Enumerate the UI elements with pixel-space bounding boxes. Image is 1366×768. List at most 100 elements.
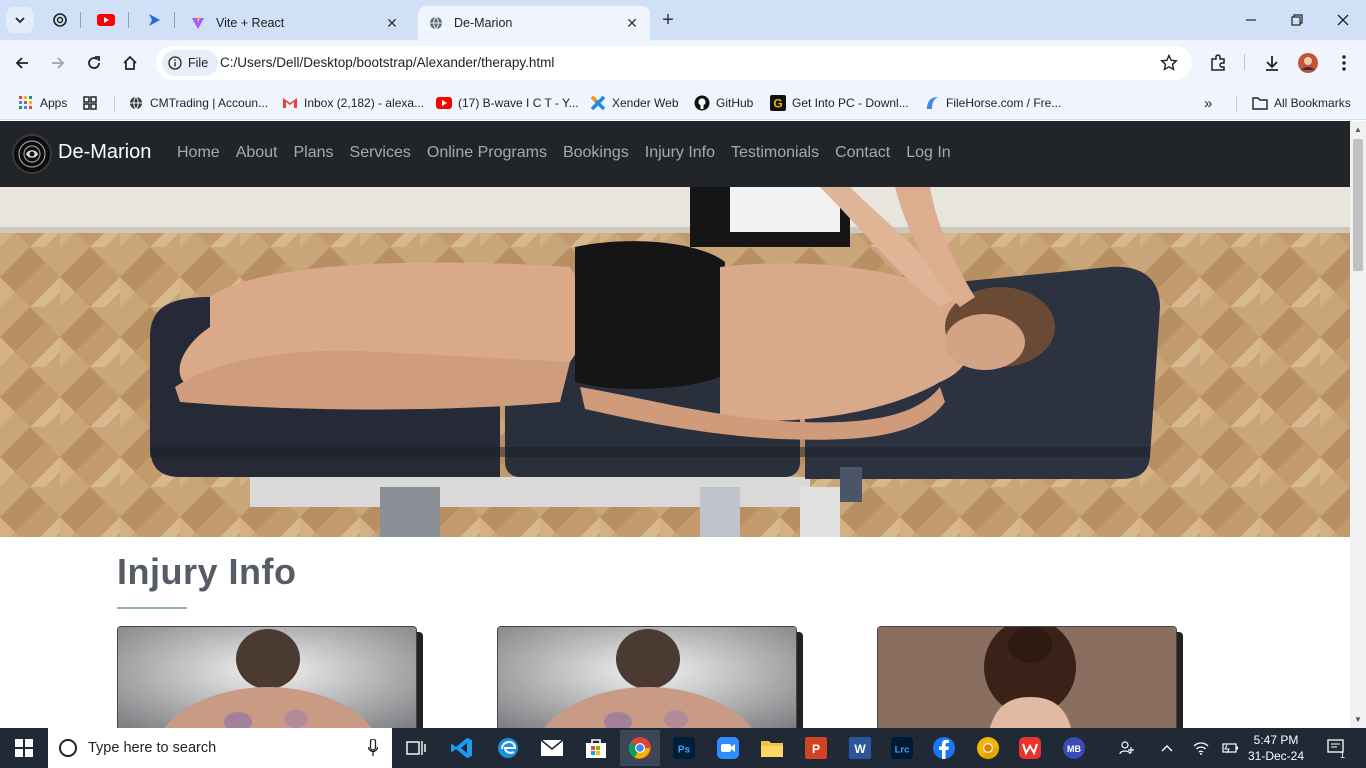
forward-button[interactable] — [44, 49, 72, 77]
search-placeholder: Type here to search — [88, 740, 217, 756]
taskbar-powerpoint[interactable]: P — [796, 730, 836, 766]
taskbar-edge[interactable] — [488, 730, 528, 766]
taskbar-store[interactable] — [576, 730, 616, 766]
taskbar-chrome-alt[interactable] — [968, 730, 1008, 766]
powerpoint-icon: P — [805, 737, 827, 759]
chrome-canary-icon — [977, 737, 999, 759]
taskbar-malwarebytes[interactable]: MB — [1054, 730, 1094, 766]
github-icon — [694, 95, 710, 111]
start-button[interactable] — [0, 728, 48, 768]
bookmark-grid[interactable] — [82, 93, 104, 113]
nav-link-injury-info[interactable]: Injury Info — [645, 144, 715, 162]
bookmark-xender[interactable]: Xender Web — [590, 93, 679, 113]
bookmark-apps[interactable]: Apps — [18, 93, 67, 113]
close-window-button[interactable] — [1320, 0, 1366, 40]
bookmark-github[interactable]: GitHub — [694, 93, 753, 113]
taskbar-wps[interactable] — [1010, 730, 1050, 766]
wifi-icon — [1193, 742, 1209, 755]
tab-search-button[interactable] — [6, 7, 34, 33]
download-icon — [1266, 56, 1278, 71]
toolbar-divider — [1244, 54, 1245, 70]
nav-link-testimonials[interactable]: Testimonials — [731, 144, 819, 162]
profile-button[interactable] — [1294, 49, 1322, 77]
close-icon[interactable]: ✕ — [624, 15, 640, 32]
tab-title: Vite + React — [216, 16, 285, 30]
bookmark-divider — [114, 96, 115, 112]
people-button[interactable] — [1114, 728, 1140, 768]
nav-link-plans[interactable]: Plans — [294, 144, 334, 162]
nav-link-bookings[interactable]: Bookings — [563, 144, 629, 162]
taskbar-photoshop[interactable]: Ps — [664, 730, 704, 766]
battery-button[interactable] — [1220, 728, 1242, 768]
address-bar[interactable]: File C:/Users/Dell/Desktop/bootstrap/Ale… — [156, 46, 1192, 80]
bookmark-filehorse[interactable]: FileHorse.com / Fre... — [924, 93, 1061, 113]
back-button[interactable] — [8, 49, 36, 77]
microphone-icon[interactable] — [368, 739, 378, 757]
youtube-icon — [436, 95, 452, 111]
injury-card-3[interactable] — [877, 626, 1177, 728]
pinned-tab-app[interactable] — [144, 10, 164, 30]
bookmark-label: Xender Web — [612, 96, 679, 110]
scrollbar-thumb[interactable] — [1353, 139, 1363, 271]
taskbar-chrome[interactable] — [620, 730, 660, 766]
tab-title: De-Marion — [454, 16, 513, 30]
windows-logo-icon — [15, 739, 33, 757]
nav-link-about[interactable]: About — [236, 144, 278, 162]
bookmark-star-icon[interactable] — [1160, 54, 1178, 72]
bookmark-gmail[interactable]: Inbox (2,182) - alexa... — [282, 93, 424, 113]
taskbar-mail[interactable] — [532, 730, 572, 766]
close-icon[interactable]: ✕ — [384, 15, 400, 32]
bookmark-getintopc[interactable]: G Get Into PC - Downl... — [770, 93, 909, 113]
kebab-menu-icon — [1342, 55, 1346, 71]
taskbar-lightroom[interactable]: Lrc — [882, 730, 922, 766]
brand-logo[interactable] — [12, 134, 52, 174]
more-bookmarks-button[interactable]: » — [1204, 93, 1212, 113]
system-clock[interactable]: 5:47 PM 31-Dec-24 — [1244, 732, 1308, 764]
home-button[interactable] — [116, 49, 144, 77]
page-scrollbar[interactable]: ▲ ▼ — [1350, 121, 1366, 728]
taskbar-zoom[interactable] — [708, 730, 748, 766]
tab-de-marion[interactable]: De-Marion ✕ — [418, 6, 650, 40]
notification-center-button[interactable]: 1 — [1322, 728, 1352, 768]
pinned-tab-chatgpt[interactable] — [50, 10, 70, 30]
nav-link-contact[interactable]: Contact — [835, 144, 890, 162]
bookmark-label: Apps — [40, 96, 68, 110]
brand-name[interactable]: De-Marion — [58, 141, 151, 164]
taskbar-file-explorer[interactable] — [752, 730, 792, 766]
network-button[interactable] — [1190, 728, 1212, 768]
site-info-chip[interactable]: File — [162, 50, 219, 76]
minimize-button[interactable] — [1228, 0, 1274, 40]
tab-vite-react[interactable]: Vite + React ✕ — [180, 6, 410, 40]
injury-card-1[interactable] — [117, 626, 417, 728]
nav-link-home[interactable]: Home — [177, 144, 220, 162]
extensions-button[interactable] — [1204, 49, 1232, 77]
browser-menu-button[interactable] — [1330, 49, 1358, 77]
bookmark-label: FileHorse.com / Fre... — [946, 96, 1062, 110]
scroll-down-icon[interactable]: ▼ — [1354, 715, 1362, 724]
hero-image — [0, 187, 1350, 537]
restore-button[interactable] — [1274, 0, 1320, 40]
youtube-icon — [97, 14, 115, 26]
taskbar-word[interactable]: W — [840, 730, 880, 766]
bookmark-youtube[interactable]: (17) B-wave I C T - Y... — [436, 93, 579, 113]
bookmark-cmtrading[interactable]: CMTrading | Accoun... — [128, 93, 268, 113]
taskbar-facebook[interactable] — [924, 730, 964, 766]
all-bookmarks-button[interactable]: All Bookmarks — [1252, 93, 1351, 113]
nav-link-online-programs[interactable]: Online Programs — [427, 144, 547, 162]
gmail-icon — [282, 95, 298, 111]
nav-link-services[interactable]: Services — [350, 144, 411, 162]
url-text[interactable]: C:/Users/Dell/Desktop/bootstrap/Alexande… — [220, 55, 554, 70]
puzzle-icon — [1211, 54, 1225, 71]
folder-icon — [761, 741, 783, 757]
scroll-up-icon[interactable]: ▲ — [1354, 125, 1362, 134]
taskbar-search[interactable]: Type here to search — [48, 728, 392, 768]
injury-card-2[interactable] — [497, 626, 797, 728]
show-hidden-icons-button[interactable] — [1156, 728, 1178, 768]
pinned-tab-youtube[interactable] — [96, 10, 116, 30]
new-tab-button[interactable]: + — [656, 9, 680, 33]
nav-link-login[interactable]: Log In — [906, 144, 950, 162]
taskbar-vscode[interactable] — [442, 730, 482, 766]
downloads-button[interactable] — [1258, 49, 1286, 77]
reload-button[interactable] — [80, 49, 108, 77]
task-view-button[interactable] — [396, 730, 436, 766]
